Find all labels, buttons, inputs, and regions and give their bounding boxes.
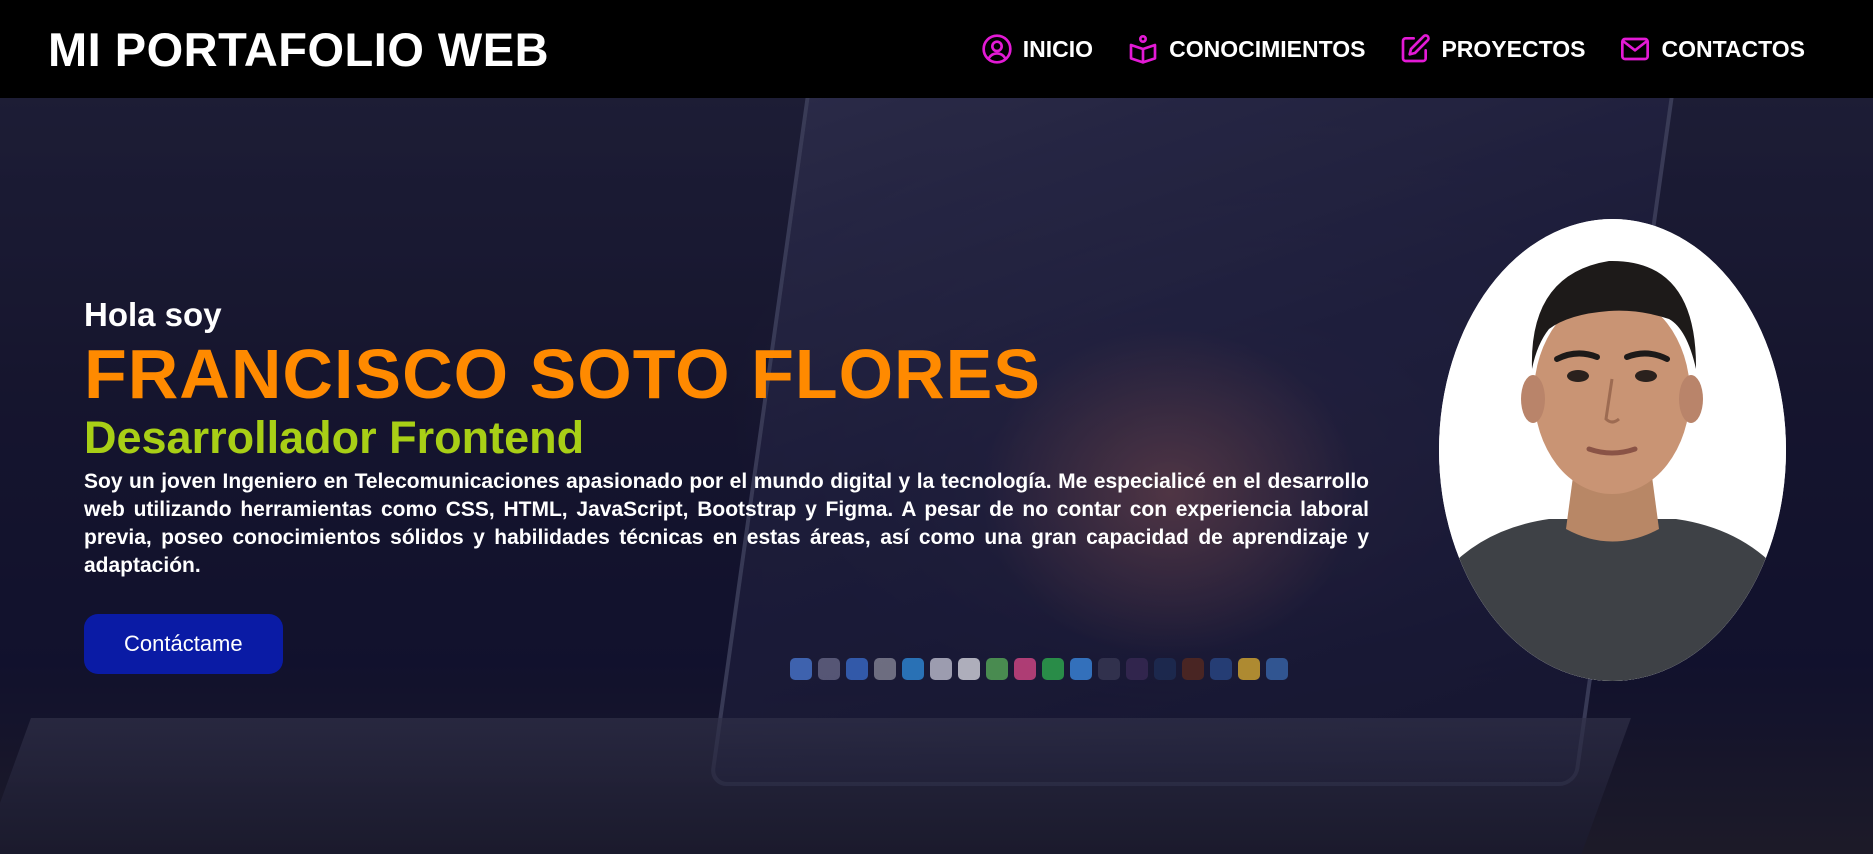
nav-item-label: CONOCIMIENTOS [1169, 35, 1366, 62]
nav-item-contactos[interactable]: CONTACTOS [1619, 33, 1805, 65]
profile-portrait-image [1439, 219, 1786, 681]
hero-content: Hola soy FRANCISCO SOTO FLORES Desarroll… [84, 296, 1369, 674]
top-navbar: MI PORTAFOLIO WEB INICIO CONOCIMIENTOS P… [0, 0, 1873, 98]
main-nav: INICIO CONOCIMIENTOS PROYECTOS CONTACTOS [981, 33, 1805, 65]
person-name: FRANCISCO SOTO FLORES [84, 335, 1041, 413]
greeting-text: Hola soy [84, 296, 222, 333]
nav-item-label: INICIO [1022, 35, 1094, 62]
profile-photo [1439, 219, 1786, 681]
contact-me-button[interactable]: Contáctame [84, 614, 283, 674]
background-laptop-keyboard [0, 718, 1631, 854]
nav-item-conocimientos[interactable]: CONOCIMIENTOS [1127, 33, 1365, 65]
role-title: Desarrollador Frontend [84, 412, 585, 463]
mail-icon [1619, 33, 1651, 65]
site-title[interactable]: MI PORTAFOLIO WEB [48, 22, 549, 77]
user-circle-icon [981, 33, 1013, 65]
bio-paragraph: Soy un joven Ingeniero en Telecomunicaci… [84, 470, 1369, 577]
edit-icon [1399, 33, 1431, 65]
hero-section: Hola soy FRANCISCO SOTO FLORES Desarroll… [0, 98, 1873, 854]
nav-item-proyectos[interactable]: PROYECTOS [1399, 33, 1585, 65]
nav-item-inicio[interactable]: INICIO [981, 33, 1093, 65]
book-open-icon [1127, 33, 1159, 65]
nav-item-label: PROYECTOS [1441, 35, 1586, 62]
nav-item-label: CONTACTOS [1661, 35, 1805, 62]
